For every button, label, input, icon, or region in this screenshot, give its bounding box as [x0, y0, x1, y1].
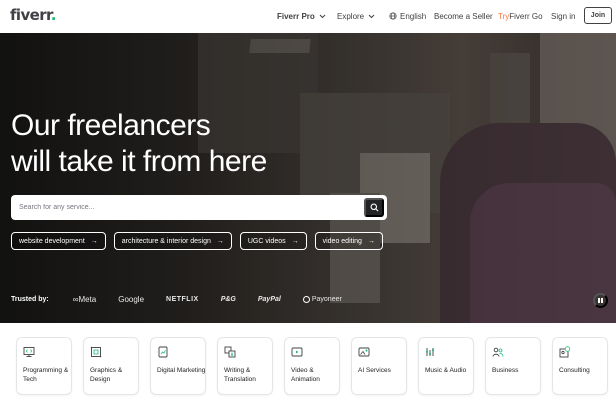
pause-icon — [598, 298, 600, 303]
meta-logo: ∞Meta — [72, 295, 97, 304]
join-button[interactable]: Join — [584, 7, 612, 24]
arrow-right-icon: → — [216, 237, 224, 245]
globe-icon — [389, 12, 397, 20]
nav-fiverr-pro[interactable]: Fiverr Pro — [277, 0, 326, 32]
fiverr-logo[interactable]: fiverr. — [10, 6, 56, 24]
nav-fiverr-pro-label: Fiverr Pro — [277, 11, 315, 21]
search-chip-label: architecture & interior design — [121, 237, 211, 245]
arrow-right-icon: → — [291, 237, 299, 245]
nav-language[interactable]: English — [389, 0, 426, 32]
monitor-icon — [23, 347, 35, 357]
arrow-right-icon: → — [90, 237, 98, 245]
nav-sign-in-label: Sign in — [551, 11, 576, 21]
netflix-logo: NETFLIX — [166, 296, 199, 303]
search-chip-label: website development — [19, 237, 85, 245]
category-label: Graphics & Design — [90, 367, 123, 383]
category-label: Video & Animation — [291, 367, 320, 383]
nav-explore[interactable]: Explore — [337, 0, 375, 32]
category-card-business[interactable]: Business — [485, 337, 541, 395]
category-label: Writing & Translation — [224, 367, 256, 383]
category-card-programming-tech[interactable]: Programming & Tech — [16, 337, 72, 395]
category-label: Consulting — [559, 367, 590, 374]
category-label: Programming & Tech — [23, 367, 69, 383]
popular-searches: website development → architecture & int… — [11, 232, 383, 250]
search-button[interactable] — [364, 198, 384, 217]
payoneer-logo-text: Payoneer — [311, 296, 342, 303]
category-label: AI Services — [358, 367, 391, 374]
search-bar — [11, 195, 387, 220]
category-card-consulting[interactable]: Consulting — [552, 337, 608, 395]
chevron-down-icon — [368, 14, 375, 18]
people-icon — [492, 347, 504, 357]
hero-title: Our freelancers will take it from here — [11, 108, 267, 180]
category-card-ai-services[interactable]: AI Services — [351, 337, 407, 395]
category-card-writing-translation[interactable]: Writing & Translation — [217, 337, 273, 395]
search-chip[interactable]: UGC videos → — [239, 232, 307, 250]
payoneer-logo: Payoneer — [302, 296, 342, 303]
ai-icon — [358, 347, 370, 357]
category-label: Digital Marketing — [157, 367, 206, 374]
search-input[interactable] — [11, 195, 361, 220]
nav-try-fiverr-go[interactable]: Try Fiverr Go — [498, 0, 543, 32]
google-logo: Google — [118, 295, 145, 304]
paypal-logo: PayPal — [257, 296, 281, 303]
logo-text: fiverr — [10, 6, 51, 24]
nav-try-label: Try — [498, 11, 510, 21]
video-icon — [291, 347, 303, 357]
search-chip[interactable]: website development → — [11, 232, 106, 250]
hero-title-line-2: will take it from here — [11, 145, 267, 178]
pause-icon — [601, 298, 603, 303]
category-label: Music & Audio — [425, 367, 467, 374]
category-card-music-audio[interactable]: Music & Audio — [418, 337, 474, 395]
nav-language-label: English — [400, 11, 427, 21]
logo-dot: . — [50, 6, 57, 24]
nav-become-seller[interactable]: Become a Seller — [434, 0, 493, 32]
nav-become-seller-label: Become a Seller — [434, 11, 493, 21]
hero-section: Our freelancers will take it from here w… — [0, 33, 616, 323]
search-chip-label: video editing — [322, 237, 362, 245]
category-card-video-animation[interactable]: Video & Animation — [284, 337, 340, 395]
chevron-down-icon — [319, 14, 326, 18]
pg-logo: P&G — [220, 296, 236, 303]
pause-video-button[interactable] — [593, 293, 608, 308]
trusted-by-label: Trusted by: — [11, 296, 49, 303]
search-icon — [370, 203, 378, 212]
arrow-right-icon: → — [367, 237, 375, 245]
music-icon — [426, 348, 434, 356]
consulting-icon — [559, 346, 571, 358]
nav-fiverr-go-label: Fiverr Go — [509, 11, 543, 21]
chart-icon — [158, 346, 168, 358]
category-card-graphics-design[interactable]: Graphics & Design — [83, 337, 139, 395]
search-chip[interactable]: architecture & interior design → — [113, 232, 232, 250]
meta-logo-text: Meta — [78, 295, 97, 304]
trusted-by-row: Trusted by: ∞Meta Google NETFLIX P&G Pay… — [11, 295, 364, 304]
top-header: fiverr. Fiverr Pro Explore English Becom… — [0, 0, 616, 32]
category-card-digital-marketing[interactable]: Digital Marketing — [150, 337, 206, 395]
category-list: Programming & Tech Graphics & Design Dig… — [16, 337, 608, 395]
nav-sign-in[interactable]: Sign in — [551, 0, 575, 32]
search-chip-label: UGC videos — [247, 237, 286, 245]
payoneer-ring-icon — [302, 296, 310, 303]
nav-explore-label: Explore — [337, 11, 365, 21]
pen-tool-icon — [90, 346, 102, 358]
search-chip[interactable]: video editing → — [314, 232, 383, 250]
category-label: Business — [492, 367, 519, 374]
translation-icon — [224, 346, 236, 358]
hero-title-line-1: Our freelancers — [11, 109, 211, 142]
